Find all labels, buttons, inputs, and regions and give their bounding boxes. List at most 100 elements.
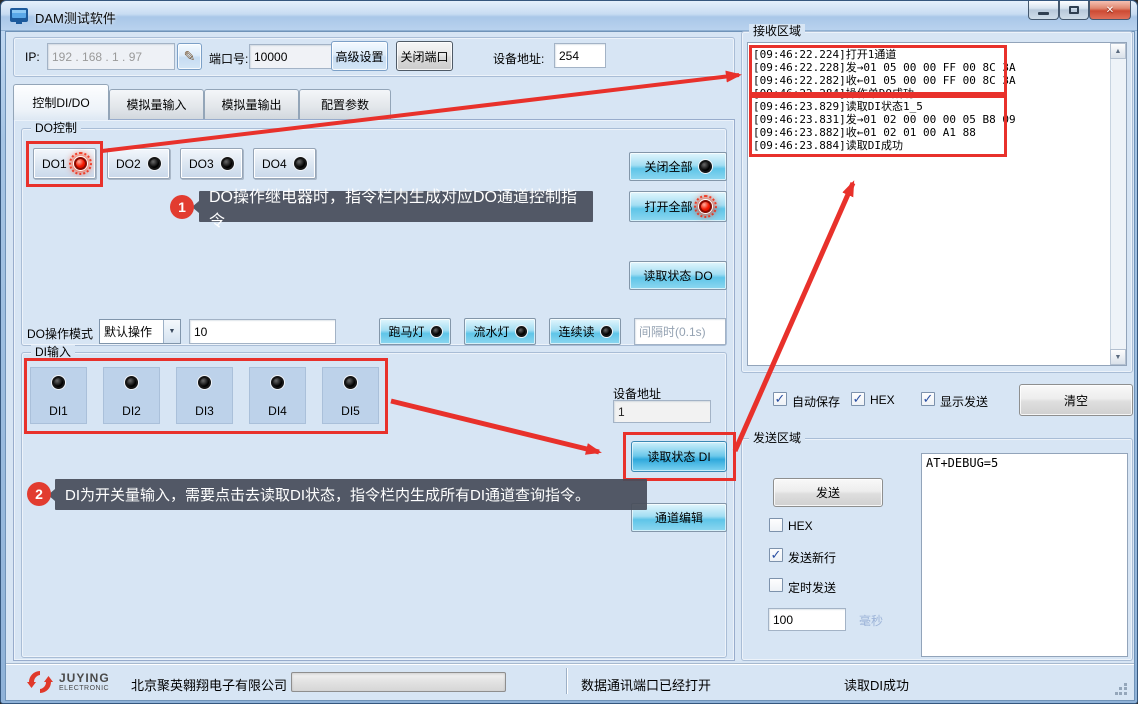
do2-button[interactable]: DO2 xyxy=(107,148,170,179)
close-button[interactable]: ✕ xyxy=(1089,1,1131,20)
di2-led-off-icon xyxy=(125,376,138,389)
tx-hex-checkbox[interactable] xyxy=(769,518,783,532)
minimize-button[interactable] xyxy=(1028,1,1059,20)
scroll-up-button[interactable]: ▲ xyxy=(1110,43,1126,59)
marquee-lamp-button[interactable]: 跑马灯 xyxy=(379,318,451,345)
tab-label: 控制DI/DO xyxy=(32,94,89,111)
window-title: DAM测试软件 xyxy=(35,8,116,27)
do3-label: DO3 xyxy=(189,157,214,171)
di4-tile[interactable]: DI4 xyxy=(249,367,306,424)
send-newline-checkbox[interactable]: ✓ xyxy=(769,548,783,562)
advanced-settings-label: 高级设置 xyxy=(335,48,383,65)
timed-send-checkbox[interactable] xyxy=(769,578,783,592)
tab-control-dido[interactable]: 控制DI/DO xyxy=(13,84,109,120)
di3-tile[interactable]: DI3 xyxy=(176,367,233,424)
send-area-title: 发送区域 xyxy=(749,431,805,445)
di5-tile[interactable]: DI5 xyxy=(322,367,379,424)
open-all-button[interactable]: 打开全部 xyxy=(629,191,727,222)
read-di-status-button[interactable]: 读取状态 DI xyxy=(631,441,727,472)
do-mode-label: DO操作模式 xyxy=(27,325,93,342)
rx-hex-label: HEX xyxy=(870,393,895,407)
port-input[interactable] xyxy=(249,44,343,69)
ms-label: 毫秒 xyxy=(859,612,883,629)
do1-button[interactable]: DO1 xyxy=(33,148,96,179)
marquee-lamp-label: 跑马灯 xyxy=(388,323,424,340)
maximize-button[interactable] xyxy=(1059,1,1089,20)
app-icon xyxy=(10,8,28,24)
tx-hex-label: HEX xyxy=(788,519,813,533)
close-all-label: 关闭全部 xyxy=(644,158,692,175)
interval-input[interactable] xyxy=(634,318,726,345)
auto-save-checkbox[interactable]: ✓ xyxy=(773,392,787,406)
brand-sub: ELECTRONIC xyxy=(59,685,109,692)
ip-input[interactable] xyxy=(47,43,175,70)
do4-button[interactable]: DO4 xyxy=(253,148,316,179)
do-count-input[interactable] xyxy=(189,319,336,344)
clear-button[interactable]: 清空 xyxy=(1019,384,1133,416)
send-interval-input[interactable] xyxy=(768,608,846,631)
do-mode-value: 默认操作 xyxy=(100,323,163,340)
tab-config-params[interactable]: 配置参数 xyxy=(299,89,391,119)
ip-label: IP: xyxy=(25,50,40,64)
do2-label: DO2 xyxy=(116,157,141,171)
scroll-down-icon: ▼ xyxy=(1115,354,1122,361)
close-port-label: 关闭端口 xyxy=(400,48,448,65)
comm-status: 数据通讯端口已经打开 xyxy=(581,675,711,694)
pencil-icon: ✎ xyxy=(184,48,196,65)
do1-label: DO1 xyxy=(42,157,67,171)
send-button[interactable]: 发送 xyxy=(773,478,883,507)
auto-save-label: 自动保存 xyxy=(792,393,840,410)
resize-grip[interactable] xyxy=(1115,683,1128,696)
advanced-settings-button[interactable]: 高级设置 xyxy=(331,41,388,71)
di4-label: DI4 xyxy=(268,404,287,418)
flow-lamp-label: 流水灯 xyxy=(473,323,509,340)
minimize-icon xyxy=(1038,12,1049,15)
flow-lamp-button[interactable]: 流水灯 xyxy=(464,318,536,345)
progress-bar xyxy=(291,672,506,692)
tab-analog-input[interactable]: 模拟量输入 xyxy=(109,89,204,119)
di1-tile[interactable]: DI1 xyxy=(30,367,87,424)
do3-button[interactable]: DO3 xyxy=(180,148,243,179)
do4-led-off-icon xyxy=(294,157,307,170)
read-do-status-button[interactable]: 读取状态 DO xyxy=(629,261,727,290)
callout-2-bubble: DI为开关量输入，需要点击去读取DI状态，指令栏内生成所有DI通道查询指令。 xyxy=(55,479,647,510)
device-address-input[interactable] xyxy=(554,43,606,68)
close-all-button[interactable]: 关闭全部 xyxy=(629,152,727,181)
marquee-led-icon xyxy=(431,326,442,337)
di2-tile[interactable]: DI2 xyxy=(103,367,160,424)
tab-analog-output[interactable]: 模拟量输出 xyxy=(204,89,299,119)
open-all-label: 打开全部 xyxy=(644,198,692,215)
check-icon: ✓ xyxy=(923,392,934,405)
show-send-checkbox[interactable]: ✓ xyxy=(921,392,935,406)
di4-led-off-icon xyxy=(271,376,284,389)
company-name: 北京聚英翱翔电子有限公司 xyxy=(131,675,287,694)
juying-logo xyxy=(27,669,53,695)
statusbar-separator xyxy=(566,668,568,694)
di-device-address-input[interactable] xyxy=(613,400,711,423)
di2-label: DI2 xyxy=(122,404,141,418)
chevron-down-icon: ▼ xyxy=(163,320,180,343)
send-newline-label: 发送新行 xyxy=(788,549,836,566)
callout-1-number: 1 xyxy=(170,195,194,219)
di1-label: DI1 xyxy=(49,404,68,418)
rx-hex-checkbox[interactable]: ✓ xyxy=(851,392,865,406)
callout-2-number: 2 xyxy=(27,482,51,506)
result-status: 读取DI成功 xyxy=(844,675,909,694)
send-content-textarea[interactable]: AT+DEBUG=5 xyxy=(921,453,1128,657)
continuous-read-led-icon xyxy=(601,326,612,337)
show-send-label: 显示发送 xyxy=(940,393,988,410)
do2-led-off-icon xyxy=(148,157,161,170)
do-mode-dropdown[interactable]: 默认操作 ▼ xyxy=(99,319,181,344)
di-group-title: DI输入 xyxy=(31,345,75,359)
flow-led-icon xyxy=(516,326,527,337)
continuous-read-button[interactable]: 连续读 xyxy=(549,318,621,345)
scroll-down-button[interactable]: ▼ xyxy=(1110,349,1126,365)
close-port-button[interactable]: 关闭端口 xyxy=(396,41,453,71)
di5-led-off-icon xyxy=(344,376,357,389)
edit-ip-button[interactable]: ✎ xyxy=(177,43,202,70)
receive-area-title: 接收区域 xyxy=(749,24,805,38)
check-icon: ✓ xyxy=(771,548,782,561)
brand-name: JUYING xyxy=(59,671,110,685)
title-bar[interactable]: DAM测试软件 ✕ xyxy=(1,1,1137,31)
receive-scrollbar[interactable] xyxy=(1110,43,1126,365)
